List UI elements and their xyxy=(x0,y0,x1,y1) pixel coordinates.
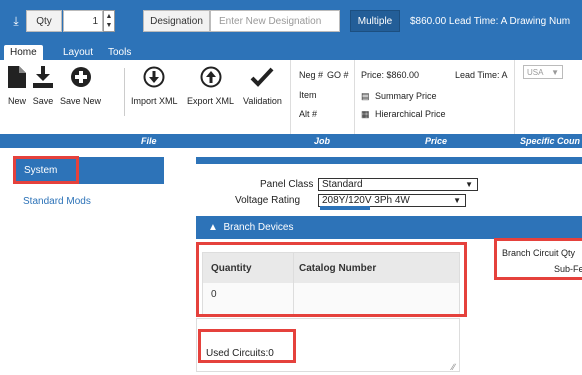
job-group: Neg # GO # Item Alt # xyxy=(290,60,354,135)
top-toolbar: ⤓ Qty 1 ▲ ▼ Designation Enter New Design… xyxy=(0,0,582,42)
validation-label: Validation xyxy=(243,96,282,106)
branch-devices-label: ▲ Branch Devices xyxy=(208,222,294,233)
save-new-label: Save New xyxy=(60,96,102,106)
qty-stepper[interactable]: ▲ ▼ xyxy=(103,10,115,32)
highlight-system xyxy=(13,156,79,184)
ribbon-divider xyxy=(124,68,125,116)
alt-label: Alt # xyxy=(299,109,318,119)
field-underline xyxy=(320,206,370,210)
export-xml-label: Export XML xyxy=(187,96,235,106)
highlight-table xyxy=(196,242,467,317)
specific-group-label: Specific Coun xyxy=(520,136,581,146)
add-circle-icon xyxy=(68,64,94,90)
specific-country-group: USA ▼ xyxy=(514,60,582,135)
summary-price-icon: ▤ xyxy=(361,91,370,101)
stepper-down-icon[interactable]: ▼ xyxy=(106,21,113,30)
panel-class-label: Panel Class xyxy=(260,179,314,190)
panel-class-select[interactable]: Standard ▼ xyxy=(318,178,478,191)
panel-class-value: Standard xyxy=(322,179,363,190)
validation-button[interactable]: Validation xyxy=(243,64,282,106)
checkmark-icon xyxy=(249,64,275,90)
price-group: Price: $860.00 Lead Time: A ▤ Summary Pr… xyxy=(354,60,514,135)
lead-time-label: Lead Time: A xyxy=(455,70,508,80)
sidebar-item-standard-mods[interactable]: Standard Mods xyxy=(23,196,91,207)
qty-input[interactable]: 1 xyxy=(63,10,103,32)
highlight-used-circuits xyxy=(198,329,296,363)
export-circle-icon xyxy=(198,64,224,90)
save-new-button[interactable]: Save New xyxy=(60,64,101,106)
chevron-up-icon: ▲ xyxy=(208,222,218,233)
chevron-down-icon: ▼ xyxy=(453,196,461,205)
job-group-label: Job xyxy=(314,136,331,146)
download-icon[interactable]: ⤓ xyxy=(8,13,24,29)
save-label: Save xyxy=(32,96,54,106)
tab-tools[interactable]: Tools xyxy=(102,45,137,60)
highlight-branch-circuit xyxy=(494,238,582,280)
hierarchical-price-icon: ▦ xyxy=(361,109,370,119)
file-group-label: File xyxy=(141,136,157,146)
designation-input[interactable]: Enter New Designation xyxy=(210,10,340,32)
stepper-up-icon[interactable]: ▲ xyxy=(106,12,113,21)
main-header-strip xyxy=(196,157,582,164)
country-select[interactable]: USA ▼ xyxy=(523,65,563,79)
voltage-rating-value: 208Y/120V 3Ph 4W xyxy=(322,195,410,206)
import-xml-label: Import XML xyxy=(131,96,178,106)
new-file-icon xyxy=(4,64,30,90)
qty-label: Qty xyxy=(26,10,62,32)
multiple-button[interactable]: Multiple xyxy=(350,10,400,32)
new-button[interactable]: New xyxy=(4,64,30,106)
tab-home[interactable]: Home xyxy=(4,45,43,60)
ribbon-tabs: Home Layout Tools xyxy=(0,42,582,60)
ribbon: New Save Save New Import XML Export XML xyxy=(0,60,582,135)
country-value: USA xyxy=(527,67,544,77)
branch-devices-text: Branch Devices xyxy=(223,222,294,233)
price-leadtime-info: $860.00 Lead Time: A Drawing Num xyxy=(410,15,571,27)
chevron-down-icon: ▼ xyxy=(465,180,473,189)
ribbon-group-labels: File Job Price Specific Coun xyxy=(0,134,582,148)
hierarchical-price-link[interactable]: Hierarchical Price xyxy=(375,109,446,119)
voltage-rating-label: Voltage Rating xyxy=(235,195,301,206)
go-label: GO # xyxy=(327,70,349,80)
tab-layout[interactable]: Layout xyxy=(57,45,99,60)
item-label: Item xyxy=(299,90,317,100)
chevron-down-icon: ▼ xyxy=(551,67,559,77)
export-xml-button[interactable]: Export XML xyxy=(187,64,234,106)
import-xml-button[interactable]: Import XML xyxy=(131,64,178,106)
import-circle-icon xyxy=(141,64,167,90)
save-button[interactable]: Save xyxy=(30,64,56,106)
branch-devices-header[interactable]: ▲ Branch Devices xyxy=(196,216,582,239)
save-download-icon xyxy=(30,64,56,90)
designation-label: Designation xyxy=(143,10,210,32)
price-label: Price: $860.00 xyxy=(361,70,420,80)
resize-handle-icon[interactable]: ∕∕ xyxy=(452,362,455,372)
neg-label: Neg # xyxy=(299,70,324,80)
summary-price-link[interactable]: Summary Price xyxy=(375,91,437,101)
price-group-label: Price xyxy=(425,136,448,146)
new-label: New xyxy=(7,96,26,106)
file-group: New Save Save New Import XML Export XML xyxy=(0,60,290,135)
